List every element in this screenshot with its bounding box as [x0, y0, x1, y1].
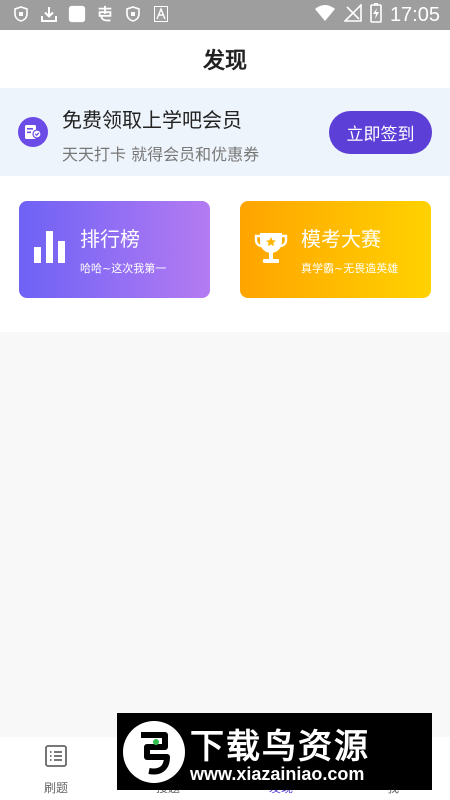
- app-icon: [96, 5, 114, 23]
- sign-in-button[interactable]: 立即签到: [329, 111, 432, 154]
- status-bar: 17:05: [0, 0, 450, 30]
- page-title: 发现: [202, 49, 247, 74]
- mock-exam-subtitle: 真学霸~无畏造英雄: [301, 262, 399, 275]
- list-icon: [44, 744, 68, 768]
- page-header: 发现: [0, 30, 450, 88]
- mock-exam-card[interactable]: 模考大赛 真学霸~无畏造英雄: [240, 201, 431, 298]
- banner-subtitle: 天天打卡 就得会员和优惠券: [62, 145, 260, 164]
- watermark-url: www.xiazainiao.com: [190, 764, 365, 784]
- tab-practice[interactable]: 刷题: [0, 737, 112, 800]
- watermark-logo: [123, 721, 185, 783]
- leaderboard-title: 排行榜: [80, 227, 140, 251]
- watermark-overlay: 下载鸟资源 www.xiazainiao.com: [117, 713, 432, 790]
- tab-label: 刷题: [43, 781, 68, 795]
- status-right-icons: 17:05: [314, 3, 440, 27]
- battery-charging-icon: [370, 3, 382, 27]
- leaderboard-card[interactable]: 排行榜 哈哈~这次我第一: [19, 201, 210, 298]
- font-icon: [152, 5, 170, 23]
- bar-chart-icon: [33, 229, 67, 265]
- member-card-icon: [18, 117, 48, 147]
- mock-exam-title: 模考大赛: [301, 227, 381, 251]
- membership-banner[interactable]: 免费领取上学吧会员 天天打卡 就得会员和优惠券 立即签到: [0, 88, 450, 176]
- download-icon: [40, 5, 58, 23]
- status-time: 17:05: [389, 3, 440, 26]
- trophy-icon: [254, 229, 288, 265]
- watermark-text: 下载鸟资源: [190, 727, 370, 767]
- no-signal-icon: [343, 3, 362, 26]
- shield-icon: [124, 5, 142, 23]
- wifi-icon: [314, 4, 336, 26]
- shield-icon: [12, 5, 30, 23]
- leaderboard-subtitle: 哈哈~这次我第一: [80, 262, 167, 275]
- banner-title: 免费领取上学吧会员: [62, 108, 242, 132]
- status-left-icons: [12, 5, 170, 23]
- square-icon: [68, 5, 86, 23]
